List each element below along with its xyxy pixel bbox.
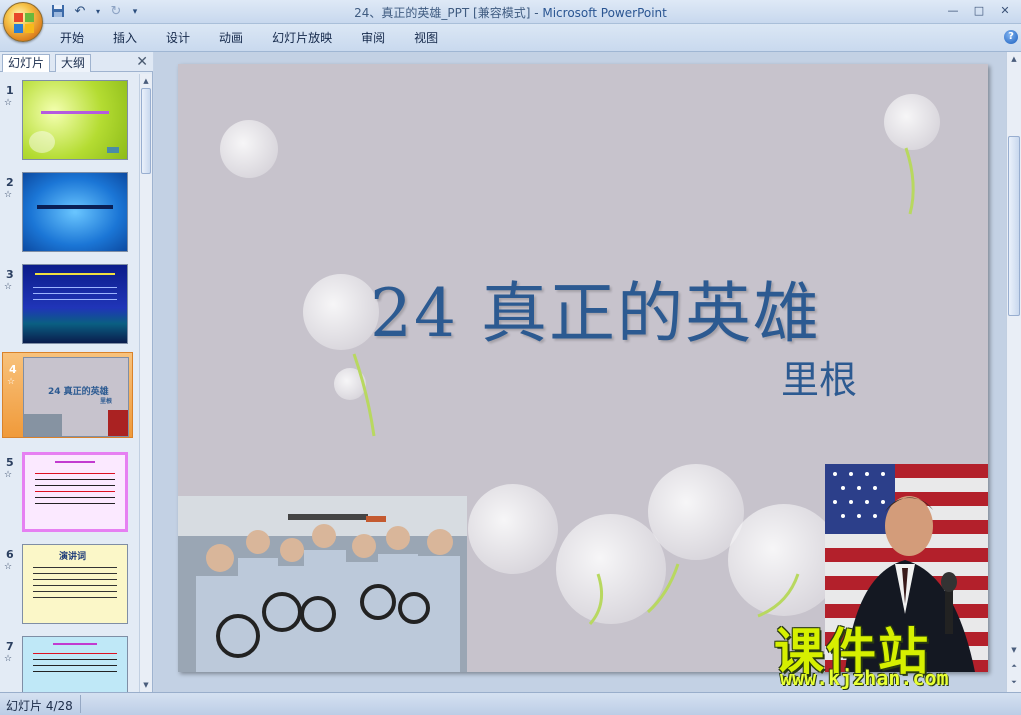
slide-thumbnail-1[interactable]: 1 ☆ — [0, 74, 138, 160]
slide-author[interactable]: 里根 — [781, 349, 857, 404]
slide-thumbnail-4[interactable]: 4 ☆ 24 真正的英雄 里根 — [2, 352, 133, 438]
tab-review[interactable]: 审阅 — [349, 29, 397, 47]
thumbnail-number: 1 — [6, 84, 14, 97]
transition-star-icon: ☆ — [4, 282, 13, 292]
slides-pane: 幻灯片 大纲 ✕ 1 ☆ 2 ☆ 3 ☆ 4 ☆ 24 真正的英雄 里根 5 ☆… — [0, 52, 153, 692]
window-controls: — □ ✕ — [941, 2, 1017, 20]
transition-star-icon: ☆ — [7, 377, 16, 387]
help-icon[interactable]: ? — [1004, 30, 1018, 44]
office-logo-icon — [14, 13, 34, 33]
thumbnail-heading: 演讲词 — [59, 552, 87, 562]
slide-canvas[interactable]: 24 真正的英雄 里根 — [178, 64, 988, 672]
previous-slide-icon[interactable]: ⏶ — [1009, 660, 1019, 672]
tab-home[interactable]: 开始 — [48, 29, 96, 47]
thumbnail-image — [22, 264, 128, 344]
tab-slideshow[interactable]: 幻灯片放映 — [260, 29, 344, 47]
tab-slides[interactable]: 幻灯片 — [2, 54, 51, 72]
transition-star-icon: ☆ — [4, 562, 13, 572]
pane-tabs: 幻灯片 大纲 ✕ — [0, 52, 153, 72]
window-title: 24、真正的英雄_PPT [兼容模式] - Microsoft PowerPoi… — [0, 4, 1021, 21]
thumbnail-number: 2 — [6, 176, 14, 189]
thumbnail-number: 4 — [9, 363, 17, 376]
ribbon-tabs: 开始 插入 设计 动画 幻灯片放映 审阅 视图 — [48, 29, 455, 47]
scrollbar-thumb[interactable] — [1008, 136, 1020, 316]
thumbnail-image — [22, 636, 128, 692]
thumbnail-image — [22, 452, 128, 532]
thumbnail-image — [22, 80, 128, 160]
transition-star-icon: ☆ — [4, 98, 13, 108]
crew-photo-drawing — [178, 496, 467, 672]
tab-design[interactable]: 设计 — [154, 29, 202, 47]
editor-scrollbar[interactable]: ▲ ▼ ⏶ ⏷ — [1006, 52, 1021, 692]
app-name: Microsoft PowerPoint — [542, 6, 667, 20]
tab-animation[interactable]: 动画 — [207, 29, 255, 47]
status-divider — [80, 695, 81, 713]
scroll-up-icon[interactable]: ▲ — [1009, 53, 1019, 65]
watermark-url: www.kjzhan.com — [780, 666, 949, 690]
site-watermark: 课件站 www.kjzhan.com — [770, 612, 1010, 692]
slide-thumbnail-3[interactable]: 3 ☆ — [0, 258, 138, 344]
maximize-button[interactable]: □ — [967, 2, 991, 20]
thumbnail-number: 6 — [6, 548, 14, 561]
transition-star-icon: ☆ — [4, 190, 13, 200]
slide-thumbnail-5[interactable]: 5 ☆ — [0, 446, 138, 532]
slide-editor: 24 真正的英雄 里根 — [154, 52, 1006, 692]
ribbon: 开始 插入 设计 动画 幻灯片放映 审阅 视图 ? — [0, 24, 1021, 52]
thumbnail-image — [22, 172, 128, 252]
minimize-button[interactable]: — — [941, 2, 965, 20]
next-slide-icon[interactable]: ⏷ — [1009, 676, 1019, 688]
slide-counter: 幻灯片 4/28 — [6, 699, 73, 713]
office-button[interactable] — [3, 2, 43, 42]
title-bar: ↶ ▾ ↻ ▾ 24、真正的英雄_PPT [兼容模式] - Microsoft … — [0, 0, 1021, 42]
thumbnail-number: 5 — [6, 456, 14, 469]
scroll-down-icon[interactable]: ▼ — [1009, 644, 1019, 656]
astronaut-crew-photo[interactable] — [178, 496, 467, 672]
slide-thumbnail-6[interactable]: 6 ☆ 演讲词 — [0, 538, 138, 624]
transition-star-icon: ☆ — [4, 470, 13, 480]
thumbnail-scrollbar[interactable]: ▲ ▼ — [139, 74, 152, 692]
thumbnail-list: 1 ☆ 2 ☆ 3 ☆ 4 ☆ 24 真正的英雄 里根 5 ☆ 6 ☆ 演讲词 … — [0, 74, 138, 692]
close-button[interactable]: ✕ — [993, 2, 1017, 20]
scroll-up-icon[interactable]: ▲ — [141, 75, 151, 87]
thumbnail-number: 7 — [6, 640, 14, 653]
thumbnail-number: 3 — [6, 268, 14, 281]
tab-insert[interactable]: 插入 — [101, 29, 149, 47]
thumbnail-image: 演讲词 — [22, 544, 128, 624]
slide-title[interactable]: 24 真正的英雄 — [370, 260, 821, 356]
document-title: 24、真正的英雄_PPT [兼容模式] - — [354, 6, 543, 20]
thumbnail-author: 里根 — [100, 398, 113, 405]
status-bar: 幻灯片 4/28 — [0, 692, 1021, 715]
tab-outline[interactable]: 大纲 — [55, 54, 92, 72]
scroll-down-icon[interactable]: ▼ — [141, 679, 151, 691]
scrollbar-thumb[interactable] — [141, 88, 151, 174]
pane-close-icon[interactable]: ✕ — [136, 54, 148, 70]
slide-thumbnail-2[interactable]: 2 ☆ — [0, 166, 138, 252]
transition-star-icon: ☆ — [4, 654, 13, 664]
thumbnail-image: 24 真正的英雄 里根 — [23, 357, 129, 437]
slide-thumbnail-7[interactable]: 7 ☆ — [0, 630, 138, 692]
tab-view[interactable]: 视图 — [402, 29, 450, 47]
